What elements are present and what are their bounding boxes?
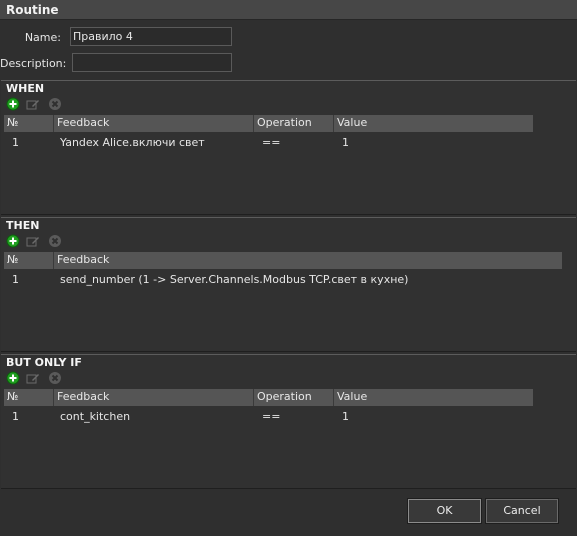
ok-button[interactable]: OK — [407, 498, 482, 524]
edit-icon[interactable] — [26, 371, 40, 385]
cell-number: 1 — [12, 136, 19, 149]
window-title: Routine — [0, 0, 577, 20]
col-value[interactable]: Value — [334, 389, 533, 406]
description-label: Description: — [0, 57, 67, 70]
col-value[interactable]: Value — [334, 115, 533, 132]
delete-icon[interactable] — [48, 234, 62, 248]
col-feedback[interactable]: Feedback — [54, 389, 254, 406]
edit-icon[interactable] — [26, 97, 40, 111]
description-field[interactable] — [72, 53, 232, 72]
only-if-title: BUT ONLY IF — [6, 356, 82, 369]
then-grid-header: № Feedback — [4, 252, 562, 269]
cancel-button[interactable]: Cancel — [485, 498, 559, 524]
cell-feedback: cont_kitchen — [60, 410, 131, 423]
col-operation[interactable]: Operation — [254, 389, 334, 406]
col-number[interactable]: № — [4, 389, 54, 406]
then-title: THEN — [6, 219, 40, 232]
col-operation[interactable]: Operation — [254, 115, 334, 132]
col-feedback[interactable]: Feedback — [54, 115, 254, 132]
only-if-section: BUT ONLY IF № Feedback Operation Value 1… — [1, 354, 576, 489]
cell-number: 1 — [12, 273, 19, 286]
table-row[interactable]: 1 Yandex Alice.включи свет == 1 — [4, 132, 533, 150]
delete-icon[interactable] — [48, 371, 62, 385]
when-grid: № Feedback Operation Value 1 Yandex Alic… — [4, 115, 533, 150]
col-number[interactable]: № — [4, 252, 54, 269]
cell-value: 1 — [342, 410, 349, 423]
table-row[interactable]: 1 cont_kitchen == 1 — [4, 406, 533, 424]
col-number[interactable]: № — [4, 115, 54, 132]
add-icon[interactable] — [6, 97, 20, 111]
only-if-grid: № Feedback Operation Value 1 cont_kitche… — [4, 389, 533, 424]
name-field[interactable]: Правило 4 — [70, 27, 232, 46]
then-section: THEN № Feedback 1 send_number (1 -> Serv… — [1, 217, 576, 352]
cell-number: 1 — [12, 410, 19, 423]
cell-feedback: Yandex Alice.включи свет — [60, 136, 205, 149]
cell-feedback: send_number (1 -> Server.Channels.Modbus… — [60, 273, 409, 286]
delete-icon[interactable] — [48, 97, 62, 111]
col-feedback[interactable]: Feedback — [54, 252, 562, 269]
edit-icon[interactable] — [26, 234, 40, 248]
when-section: WHEN № Feedback Operation Value 1 Yandex… — [1, 80, 576, 215]
table-row[interactable]: 1 send_number (1 -> Server.Channels.Modb… — [4, 269, 562, 287]
add-icon[interactable] — [6, 371, 20, 385]
only-if-grid-header: № Feedback Operation Value — [4, 389, 533, 406]
name-label: Name: — [24, 31, 61, 44]
when-grid-header: № Feedback Operation Value — [4, 115, 533, 132]
add-icon[interactable] — [6, 234, 20, 248]
cell-operation: == — [262, 136, 281, 149]
then-grid: № Feedback 1 send_number (1 -> Server.Ch… — [4, 252, 562, 287]
when-title: WHEN — [6, 82, 45, 95]
cell-operation: == — [262, 410, 281, 423]
cell-value: 1 — [342, 136, 349, 149]
